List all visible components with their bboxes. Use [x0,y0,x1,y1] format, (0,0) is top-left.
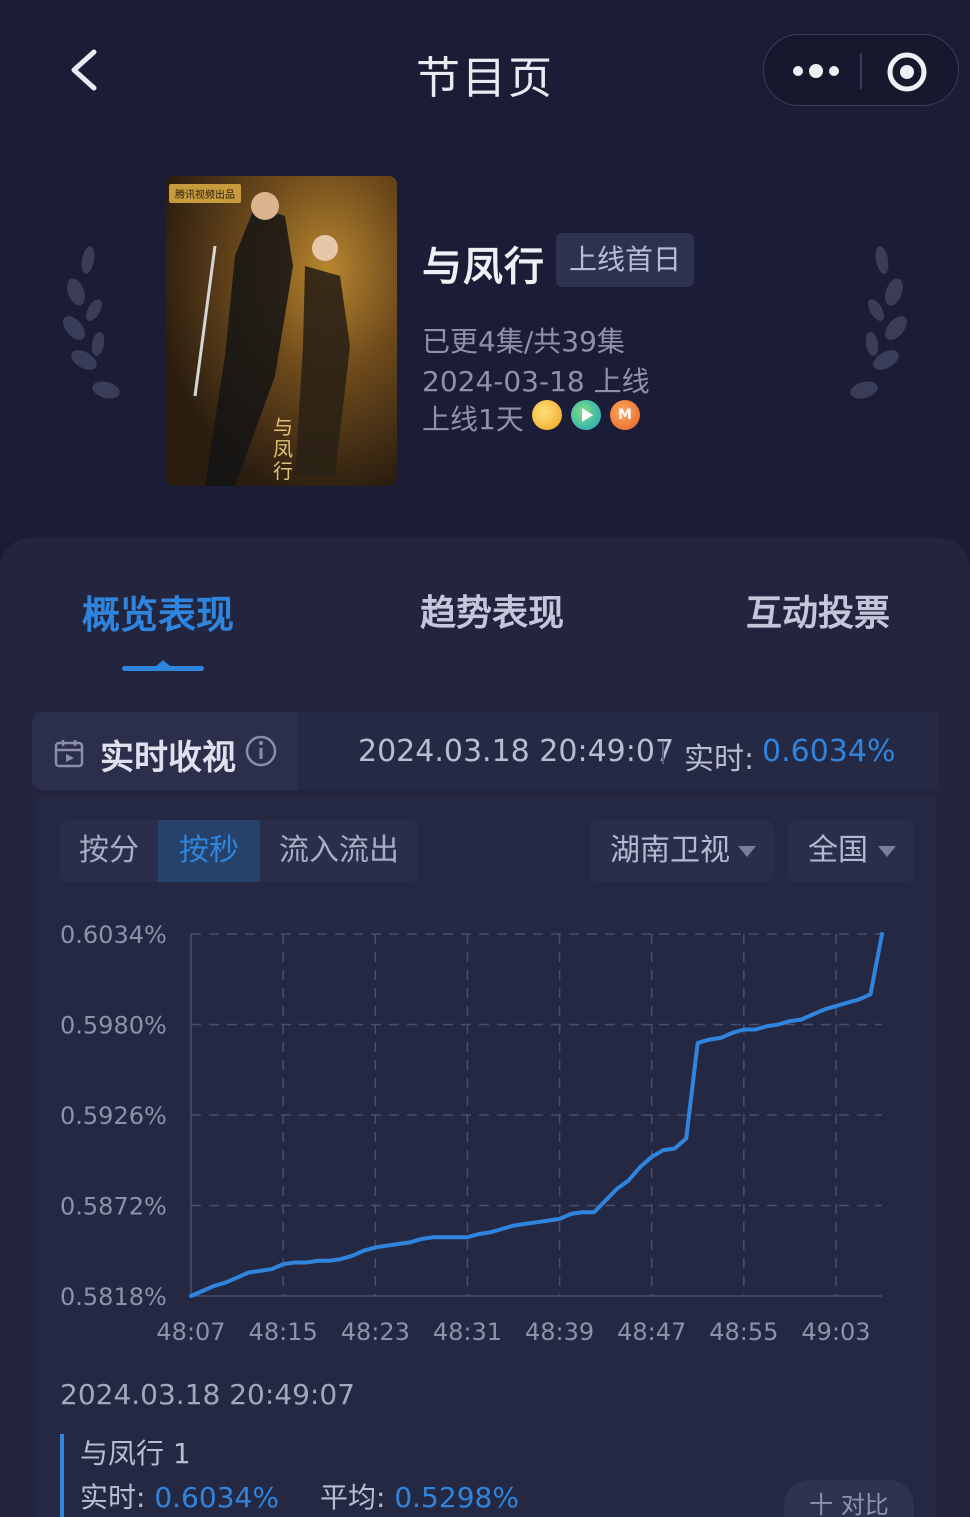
mini-program-capsule [763,34,959,106]
segment-flow[interactable]: 流入流出 [260,820,418,882]
release-date: 2024-03-18 上线 [422,365,650,398]
stat-divider [662,742,664,764]
mgtv-icon[interactable]: M [610,400,640,430]
chart-x-tick-label: 48:23 [341,1318,410,1346]
chart-x-tick-label: 48:15 [249,1318,318,1346]
navbar: 节目页 [0,0,970,140]
calendar-icon [54,738,84,768]
mango-tv-icon[interactable] [532,400,562,430]
detail-realtime-label: 实时: [80,1481,146,1514]
chart-y-tick-label: 0.5980% [60,1012,167,1040]
chart-x-tick-label: 48:39 [525,1318,594,1346]
chevron-down-icon [738,846,756,857]
chart-y-tick-label: 0.5818% [60,1283,167,1311]
detail-realtime: 实时: 0.6034% [80,1476,279,1516]
realtime-value-label: 实时: [684,742,755,777]
days-online: 上线1天 [422,403,524,436]
tab-overview[interactable]: 概览表现 [82,584,234,639]
laurel-right-icon [842,240,912,420]
poster-badge: 腾讯视频出品 [169,184,241,203]
channel-dropdown[interactable]: 湖南卫视 [590,820,774,882]
laurel-left-icon [58,240,128,420]
detail-average: 平均: 0.5298% [320,1476,519,1516]
realtime-rating-chart: 0.6034% 0.5980% 0.5926% 0.5872% 0.5818% 48:07… [60,921,884,1346]
tab-trend[interactable]: 趋势表现 [420,584,564,636]
chart-y-tick-label: 0.5872% [60,1193,167,1221]
chart-y-tick-label: 0.6034% [60,921,167,949]
segment-by-minute[interactable]: 按分 [60,820,158,882]
detail-average-label: 平均: [320,1481,386,1514]
segment-by-second[interactable]: 按秒 [158,820,260,882]
detail-timestamp: 2024.03.18 20:49:07 [60,1378,355,1411]
episode-count: 已更4集/共39集 [422,325,625,358]
tab-indicator [122,666,204,671]
show-name: 与凤行 [422,244,545,290]
more-icon[interactable] [782,51,852,91]
region-dropdown-label: 全国 [808,833,868,868]
realtime-label: 实时收视 [100,738,236,778]
realtime-section-header: 实时收视 [32,712,298,790]
compare-button[interactable]: 十 对比 [784,1480,914,1517]
chart-x-tick-label: 48:07 [156,1318,225,1346]
realtime-timestamp: 2024.03.18 20:49:07 [358,734,675,769]
poster-title: 与凤行 [273,415,293,483]
tencent-video-icon[interactable] [571,400,601,430]
info-icon[interactable] [244,734,278,768]
status-badge: 上线首日 [556,233,694,287]
capsule-divider [860,53,862,89]
detail-series-marker [60,1434,64,1517]
chart-x-tick-label: 48:47 [617,1318,686,1346]
detail-realtime-value: 0.6034% [154,1481,279,1514]
show-poster[interactable]: 腾讯视频出品 与凤行 [165,176,397,486]
detail-average-value: 0.5298% [394,1481,519,1514]
close-target-icon[interactable] [884,49,930,95]
tab-vote[interactable]: 互动投票 [746,584,890,636]
channel-dropdown-label: 湖南卫视 [610,833,730,868]
chart-y-tick-label: 0.5926% [60,1102,167,1130]
realtime-stat-row: 2024.03.18 20:49:07 实时: 0.6034% [298,712,938,790]
chart-x-tick-label: 49:03 [801,1318,870,1346]
granularity-segment: 按分 按秒 流入流出 [60,820,418,882]
chevron-down-icon [878,846,896,857]
chart-x-tick-label: 48:55 [709,1318,778,1346]
realtime-value: 0.6034% [762,734,896,769]
detail-series-name: 与凤行 1 [80,1437,191,1470]
region-dropdown[interactable]: 全国 [788,820,914,882]
chart-x-tick-label: 48:31 [433,1318,502,1346]
